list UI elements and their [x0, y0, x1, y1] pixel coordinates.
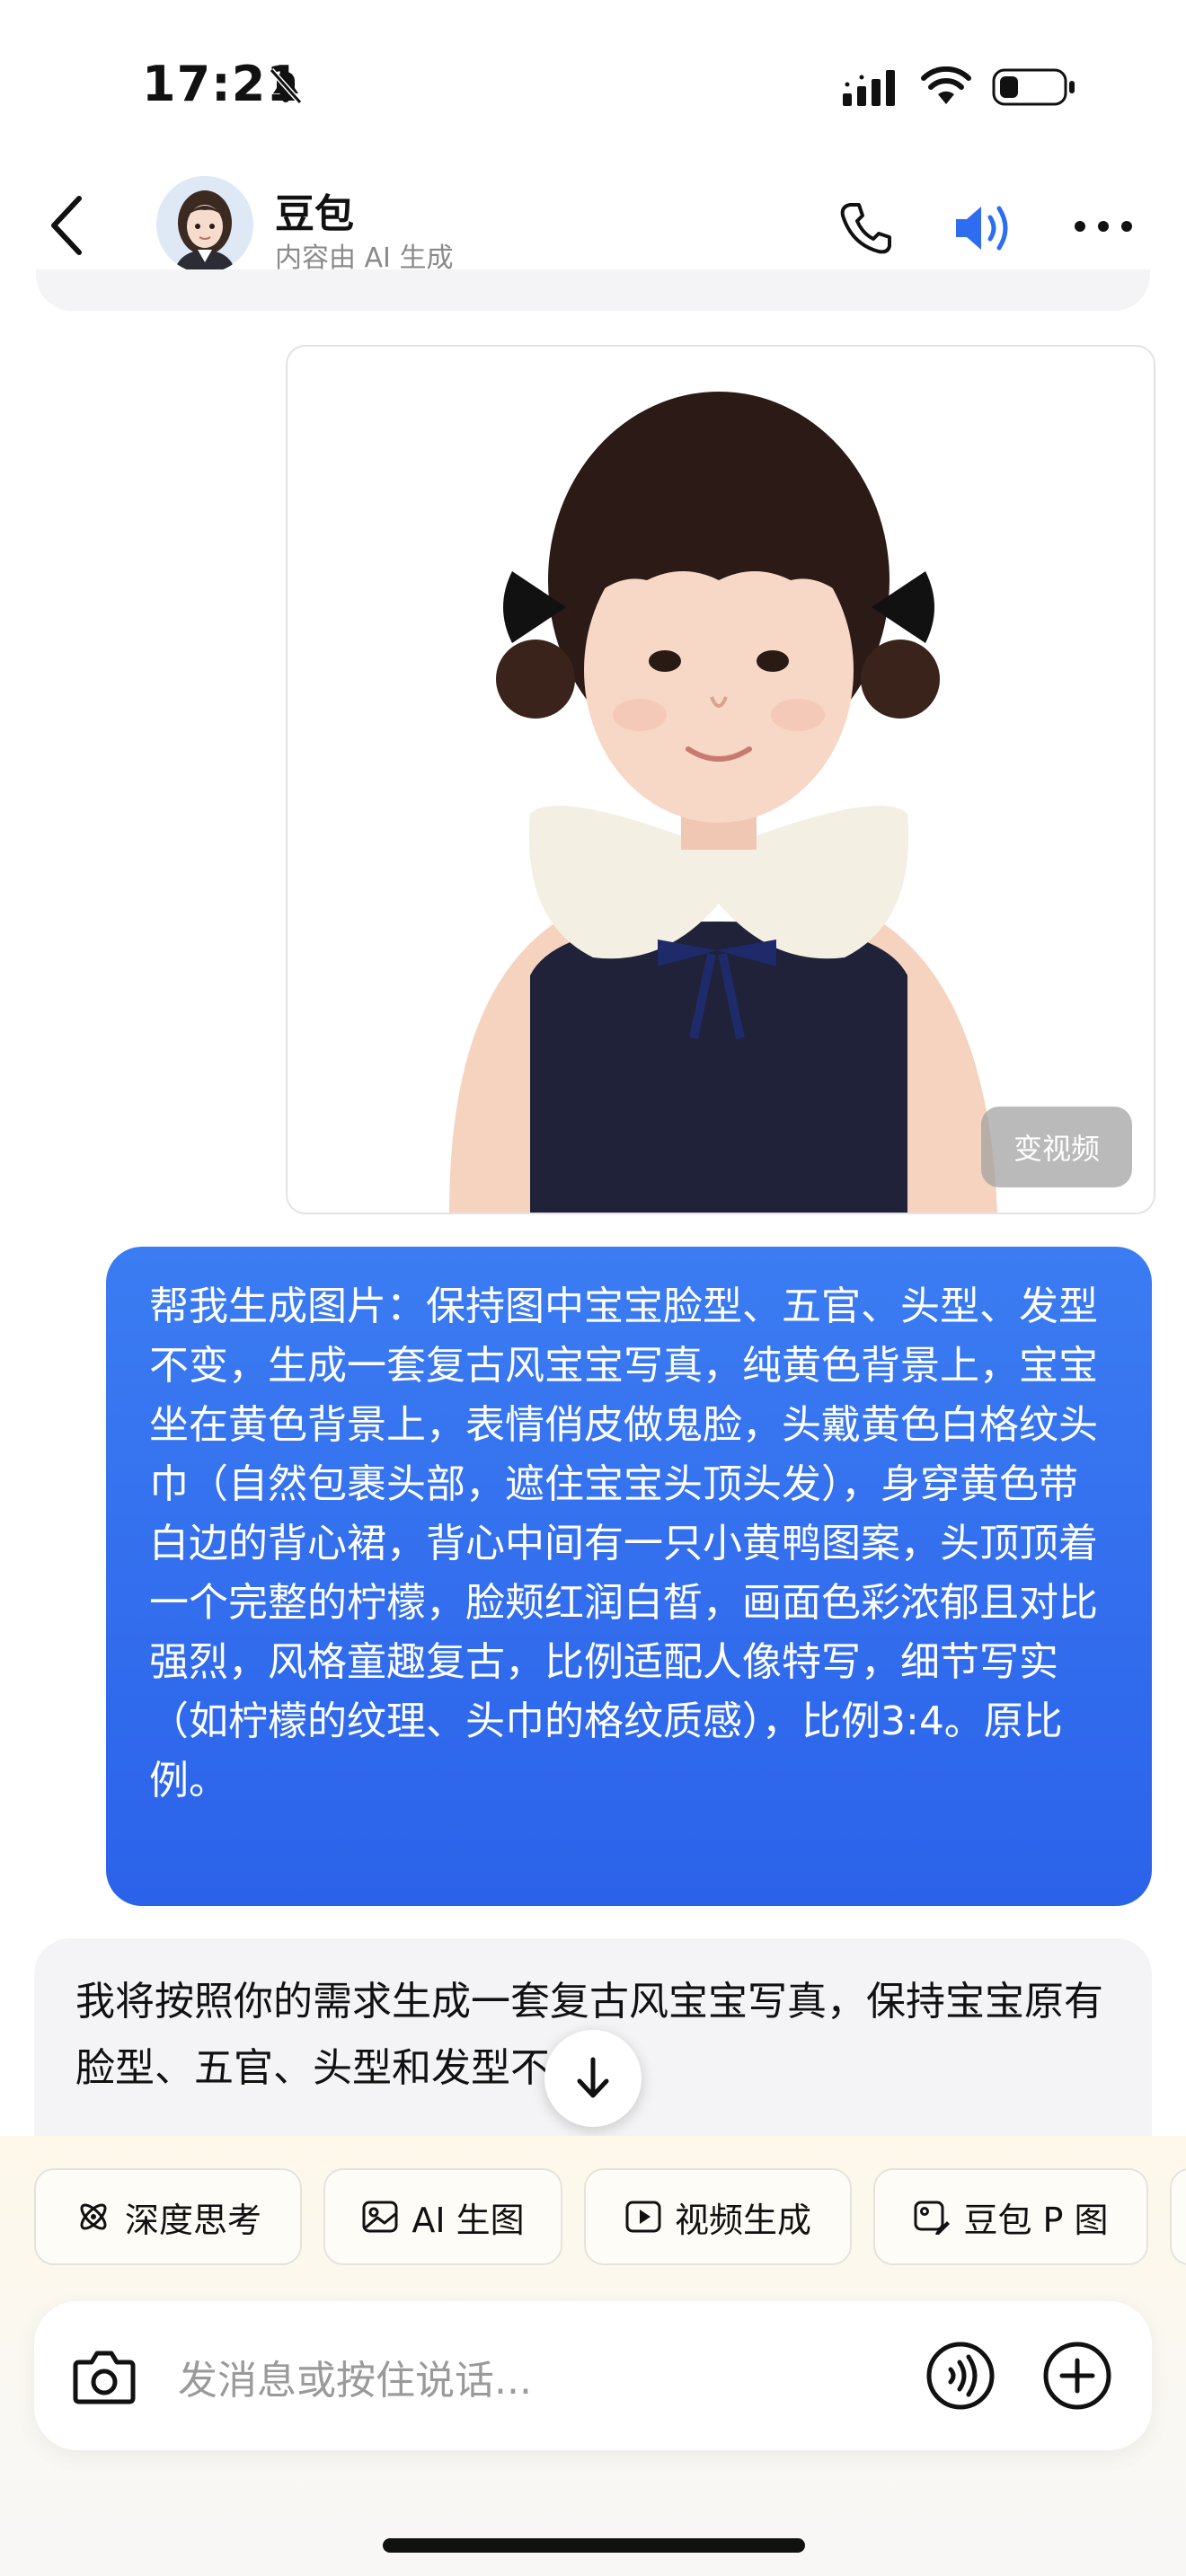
child-portrait-image: [288, 347, 1154, 1213]
chevron-left-icon: [51, 196, 82, 255]
chip-deep-think[interactable]: 深度思考: [34, 2168, 302, 2265]
bot-avatar[interactable]: [156, 176, 253, 273]
home-indicator[interactable]: [383, 2538, 805, 2553]
chip-label: 视频生成: [674, 2200, 811, 2240]
arrow-down-icon: [577, 2057, 609, 2098]
atom-icon: [80, 2203, 107, 2230]
chip-more[interactable]: [1170, 2168, 1186, 2265]
message-input-bar[interactable]: 发消息或按住说话...: [34, 2301, 1152, 2450]
message-input[interactable]: 发消息或按住说话...: [178, 2348, 532, 2405]
scroll-to-bottom-button[interactable]: [544, 2030, 642, 2127]
status-bar: 17:21: [0, 0, 1186, 162]
battery-icon: [992, 68, 1075, 106]
chip-video-generation[interactable]: 视频生成: [584, 2168, 852, 2265]
image-icon: [362, 2201, 398, 2233]
more-options-icon[interactable]: [1071, 214, 1136, 239]
chip-label: AI 生图: [412, 2200, 525, 2240]
user-message-bubble: 帮我生成图片：保持图中宝宝脸型、五官、头型、发型不变，生成一套复古风宝宝写真，纯…: [106, 1247, 1152, 1906]
photo-edit-icon: [914, 2201, 951, 2235]
make-video-button[interactable]: 变视频: [981, 1107, 1132, 1187]
voice-call-icon[interactable]: [925, 2341, 996, 2411]
camera-icon[interactable]: [72, 2346, 137, 2405]
quick-action-chips: 深度思考 AI 生图 视频生成 豆包 P 图: [34, 2168, 1186, 2269]
chip-label: 豆包 P 图: [963, 2200, 1109, 2240]
chip-ai-image[interactable]: AI 生图: [323, 2168, 562, 2265]
uploaded-photo[interactable]: [286, 345, 1155, 1214]
cellular-signal-icon: [843, 70, 895, 106]
chip-photo-edit[interactable]: 豆包 P 图: [873, 2168, 1148, 2265]
avatar-image: [156, 176, 253, 273]
bot-name: 豆包: [275, 191, 354, 237]
bell-off-icon: [269, 68, 303, 104]
wifi-icon: [921, 66, 971, 104]
chip-label: 深度思考: [124, 2200, 261, 2240]
speaker-on-icon[interactable]: [952, 199, 1015, 257]
video-icon: [625, 2201, 661, 2233]
phone-call-icon[interactable]: [837, 199, 895, 257]
plus-icon[interactable]: [1042, 2341, 1112, 2411]
back-button[interactable]: [41, 189, 92, 262]
previous-message-bubble: [36, 269, 1150, 311]
